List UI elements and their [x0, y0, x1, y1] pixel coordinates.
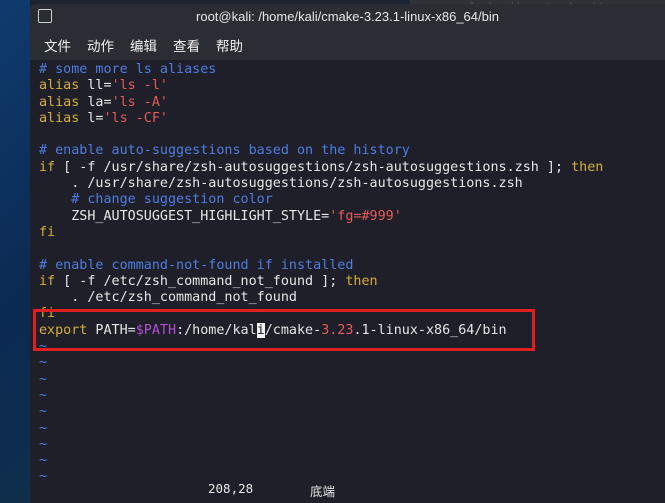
code-token: # enable command-not-found if installed — [39, 257, 354, 273]
code-token: 'ls -A' — [111, 94, 168, 110]
code-token: [ -f /etc/zsh_command_not_found ]; — [55, 273, 346, 289]
editor-line: # some more ls aliases — [30, 62, 410, 78]
code-token: 'ls -CF' — [103, 110, 169, 126]
code-token: . /etc/zsh_command_not_found — [39, 290, 297, 306]
editor-line: ZSH_AUTOSUGGEST_HIGHLIGHT_STYLE='fg=#999… — [30, 209, 410, 225]
menu-bar: 文件 动作 编辑 查看 帮助 — [30, 30, 665, 60]
code-token: [ -f /usr/share/zsh-autosuggestions/zsh-… — [55, 159, 572, 175]
code-token: then — [345, 273, 378, 289]
vim-editor[interactable]: # some more ls aliases alias ll='ls -l' al… — [30, 62, 603, 484]
code-token: fi — [39, 224, 56, 240]
menu-file[interactable]: 文件 — [44, 35, 71, 55]
editor-line: . /etc/zsh_command_not_found — [30, 290, 410, 306]
empty-line-marker: ~ — [39, 453, 48, 469]
code-token: alias — [39, 110, 88, 126]
code-token: ZSH_AUTOSUGGEST_HIGHLIGHT_STYLE= — [39, 208, 330, 224]
empty-line-marker: ~ — [39, 371, 48, 387]
code-token: # enable auto-suggestions based on the h… — [39, 143, 410, 159]
highlight-box — [33, 309, 535, 351]
editor-line: fi — [30, 225, 410, 241]
editor-line: # change suggestion color — [30, 192, 410, 208]
code-token: alias — [39, 78, 88, 94]
empty-line-marker: ~ — [39, 404, 48, 420]
editor-line: alias ll='ls -l' — [30, 78, 410, 94]
code-token: . /usr/share/zsh-autosuggestions/zsh-aut… — [39, 176, 523, 192]
menu-actions[interactable]: 动作 — [87, 35, 114, 55]
code-token: then — [571, 159, 604, 175]
empty-line-marker: ~ — [39, 387, 48, 403]
code-token: # change suggestion color — [39, 192, 273, 208]
code-token: # some more ls aliases — [39, 62, 217, 77]
code-token: 'fg=#999' — [329, 208, 402, 224]
editor-line: if [ -f /etc/zsh_command_not_found ]; th… — [30, 274, 410, 290]
editor-line: # enable auto-suggestions based on the h… — [30, 143, 410, 159]
code-token: if — [39, 159, 56, 175]
code-token: if — [39, 273, 56, 289]
code-token: la= — [87, 94, 112, 110]
editor-line: # enable command-not-found if installed — [30, 258, 410, 274]
empty-line-marker: ~ — [39, 420, 48, 436]
empty-line-marker: ~ — [39, 355, 48, 371]
editor-line: alias l='ls -CF' — [30, 111, 410, 127]
editor-line: . /usr/share/zsh-autosuggestions/zsh-aut… — [30, 176, 522, 192]
editor-line: alias la='ls -A' — [30, 95, 410, 111]
desktop-background — [0, 0, 30, 503]
code-token: l= — [87, 110, 104, 126]
menu-help[interactable]: 帮助 — [216, 35, 243, 55]
empty-line-marker: ~ — [39, 436, 48, 452]
cursor-position: 208,28 — [208, 481, 254, 496]
status-line: 208,28 底端 — [30, 478, 410, 499]
editor-line: if [ -f /usr/share/zsh-autosuggestions/z… — [30, 159, 603, 176]
menu-edit[interactable]: 编辑 — [130, 35, 157, 55]
terminal-window: root@kali: /home/kali/cmake-3.23.1-linux… — [30, 4, 665, 503]
file-location: 底端 — [310, 484, 336, 499]
code-token: 'ls -l' — [111, 78, 168, 94]
code-token: ll= — [87, 78, 112, 94]
title-bar: root@kali: /home/kali/cmake-3.23.1-linux… — [30, 4, 665, 30]
window-title: root@kali: /home/kali/cmake-3.23.1-linux… — [196, 9, 499, 24]
code-token: alias — [39, 94, 88, 110]
menu-view[interactable]: 查看 — [173, 35, 200, 55]
